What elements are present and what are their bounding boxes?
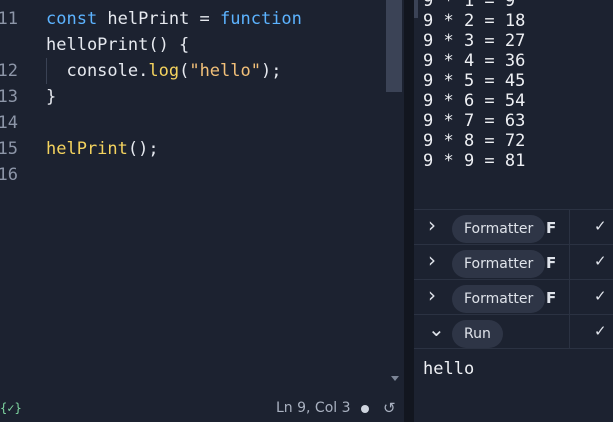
console-scrollbar-thumb[interactable] xyxy=(414,0,418,18)
line-number: 13 xyxy=(0,87,18,107)
step-label[interactable]: Run xyxy=(452,320,503,348)
code-line[interactable]: 14 xyxy=(0,110,380,136)
step-label[interactable]: Formatter xyxy=(452,215,546,243)
code-token: helloPrint() { xyxy=(46,35,190,55)
check-icon: ✓ xyxy=(594,322,607,340)
code-line[interactable]: helloPrint() { xyxy=(0,32,380,58)
code-line[interactable]: 13} xyxy=(0,84,380,110)
code-editor[interactable]: 11 const helPrint = function helloPrint() … xyxy=(0,0,404,395)
scroll-down-arrow-icon[interactable] xyxy=(391,376,399,381)
step-label[interactable]: Formatter xyxy=(452,250,546,278)
code-token: "hello" xyxy=(189,61,261,81)
code-token: ); xyxy=(260,61,282,81)
code-line[interactable]: 15 helPrint(); xyxy=(0,136,380,162)
code-token: helPrint xyxy=(46,139,128,159)
line-number: 14 xyxy=(0,113,18,133)
step-row[interactable]: › Formatter F ✓ xyxy=(414,244,613,279)
output-line: 9 * 5 = 45 xyxy=(423,71,526,91)
lint-status-icon[interactable]: {✓} xyxy=(0,401,22,415)
step-row[interactable]: ⌄ Run ✓ xyxy=(414,314,613,349)
code-line[interactable]: 11 const helPrint = function xyxy=(0,6,380,32)
cursor-position[interactable]: Ln 9, Col 3 xyxy=(276,400,351,416)
indent-guide xyxy=(46,58,47,84)
check-icon: ✓ xyxy=(594,252,607,270)
step-separator xyxy=(569,315,570,349)
output-line: 9 * 9 = 81 xyxy=(423,151,526,171)
check-icon: ✓ xyxy=(594,287,607,305)
code-token: function xyxy=(220,9,302,29)
line-number: 11 xyxy=(0,9,18,29)
panel-divider[interactable] xyxy=(404,0,414,422)
output-line: 9 * 1 = 9 xyxy=(423,0,516,11)
console-panel: 9 * 1 = 99 * 2 = 18 9 * 3 = 27 9 * 4 = 36 9… xyxy=(414,0,613,422)
chevron-right-icon[interactable]: › xyxy=(428,248,436,272)
line-number: 15 xyxy=(0,139,18,159)
code-line[interactable]: 12 console.log("hello"); xyxy=(0,58,380,84)
line-number: 12 xyxy=(0,61,18,81)
chevron-right-icon[interactable]: › xyxy=(428,213,436,237)
status-bar: {✓} Ln 9, Col 3 ↺ xyxy=(0,395,404,422)
chevron-down-icon[interactable]: ⌄ xyxy=(428,317,445,341)
check-icon: ✓ xyxy=(594,217,607,235)
code-token: const xyxy=(46,9,98,29)
code-token: helPrint = xyxy=(97,9,221,29)
code-line[interactable]: 16 xyxy=(0,162,380,188)
step-separator xyxy=(569,210,570,244)
step-row[interactable]: › Formatter F ✓ xyxy=(414,209,613,244)
code-text: const helPrint = function xyxy=(46,6,302,32)
step-row[interactable]: › Formatter F ✓ xyxy=(414,279,613,314)
code-token: ( xyxy=(179,61,190,81)
output-line: 9 * 7 = 63 xyxy=(423,111,526,131)
step-separator xyxy=(569,280,570,314)
code-token: console. xyxy=(46,61,149,81)
code-text: } xyxy=(46,84,56,110)
output-line: 9 * 8 = 72 xyxy=(423,131,526,151)
code-token: } xyxy=(46,87,57,107)
output-line: 9 * 4 = 36 xyxy=(423,51,526,71)
unsaved-indicator-icon xyxy=(361,405,369,413)
output-line: 9 * 2 = 18 xyxy=(423,11,526,31)
output-line: 9 * 6 = 54 xyxy=(423,91,526,111)
code-text: console.log("hello"); xyxy=(46,58,281,84)
step-label[interactable]: Formatter xyxy=(452,285,546,313)
output-line: 9 * 3 = 27 xyxy=(423,31,526,51)
editor-scrollbar-thumb[interactable] xyxy=(386,0,402,92)
code-text: helPrint(); xyxy=(46,136,159,162)
code-token: log xyxy=(148,61,180,81)
code-text: helloPrint() { xyxy=(46,32,189,58)
step-extra-text: F xyxy=(546,219,557,237)
line-number: 16 xyxy=(0,165,18,185)
chevron-right-icon[interactable]: › xyxy=(428,283,436,307)
run-output: hello xyxy=(423,359,475,379)
step-separator xyxy=(569,245,570,279)
run-output-divider xyxy=(414,348,613,349)
code-token: (); xyxy=(127,139,159,159)
step-extra-text: F xyxy=(546,254,557,272)
history-icon[interactable]: ↺ xyxy=(383,399,396,417)
step-extra-text: F xyxy=(546,289,557,307)
